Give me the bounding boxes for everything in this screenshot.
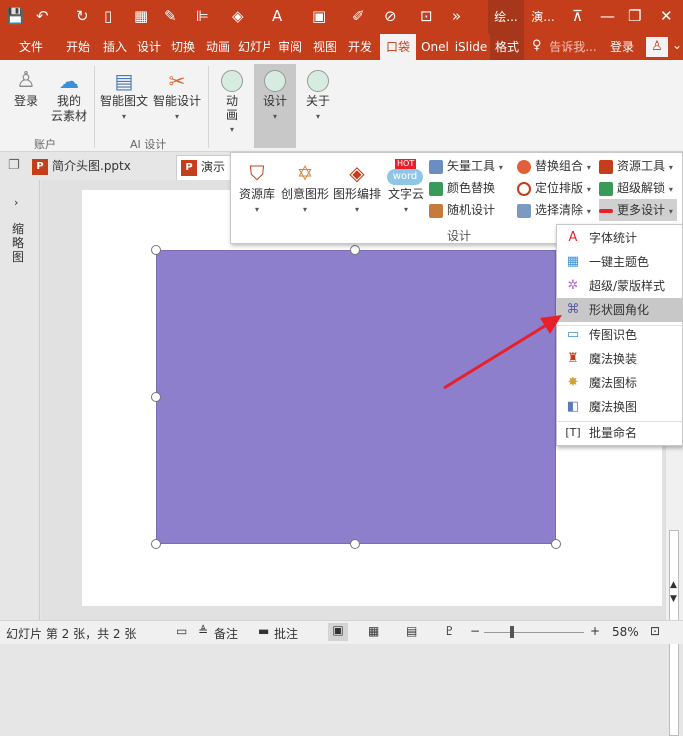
annotation-arrow-icon — [443, 315, 562, 390]
